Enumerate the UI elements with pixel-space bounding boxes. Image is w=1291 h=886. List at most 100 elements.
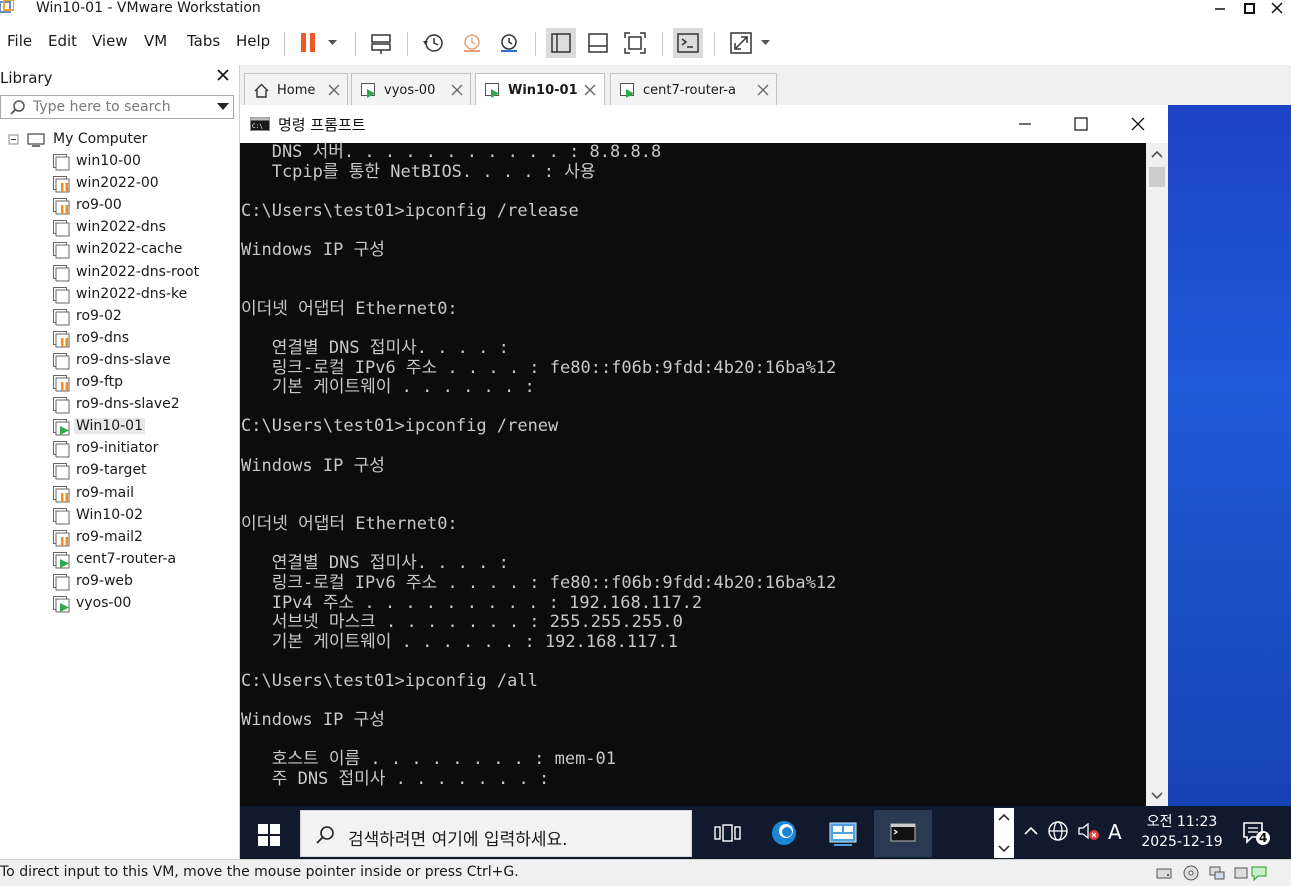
- menu-view[interactable]: View: [92, 32, 128, 50]
- close-library-icon[interactable]: [215, 67, 231, 83]
- console-output[interactable]: DNS 서버. . . . . . . . . . . : 8.8.8.8 Tc…: [240, 143, 1146, 806]
- chevron-down-icon[interactable]: [217, 103, 229, 111]
- hard-disk-icon[interactable]: [1155, 864, 1173, 882]
- show-library-icon[interactable]: [546, 28, 576, 58]
- tree-item-label: vyos-00: [76, 595, 132, 611]
- toolbar-separator: [662, 32, 663, 56]
- close-icon[interactable]: [1129, 115, 1147, 133]
- taskbar-clock[interactable]: 오전 11:23 2025-12-19: [1134, 812, 1230, 852]
- console-view-icon[interactable]: [673, 28, 703, 58]
- toolbar-separator: [714, 32, 715, 56]
- scroll-up-icon[interactable]: [1151, 149, 1163, 159]
- input-method-indicator[interactable]: A: [1108, 820, 1122, 844]
- home-icon: [254, 83, 269, 98]
- show-hidden-icons-icon[interactable]: [1021, 819, 1041, 843]
- tree-item-label: ro9-target: [76, 462, 147, 479]
- tab-strip: Home vyos-00 Win10-01 cent7-router-a: [240, 65, 1291, 106]
- message-log-icon[interactable]: [1250, 864, 1268, 882]
- library-search-box[interactable]: [0, 95, 234, 119]
- snapshot-manager-icon[interactable]: [494, 28, 524, 58]
- tab-cent7-router-a[interactable]: cent7-router-a: [610, 73, 777, 105]
- vm-display[interactable]: C:\ 명령 프롬프트 DNS 서버. . . . . . . . . . . …: [240, 105, 1291, 859]
- library-search-input[interactable]: [33, 98, 208, 116]
- svg-text:C:\: C:\: [252, 123, 263, 130]
- status-text: To direct input to this VM, move the mou…: [0, 864, 519, 880]
- scroll-tray-icon[interactable]: [994, 808, 1014, 858]
- vm-running-icon: [53, 419, 70, 436]
- menu-tabs[interactable]: Tabs: [187, 32, 220, 50]
- stretch-dropdown-icon[interactable]: [756, 28, 776, 58]
- vm-icon: [53, 308, 70, 326]
- thumbnail-bar-icon[interactable]: [583, 28, 613, 58]
- close-icon[interactable]: [1262, 0, 1291, 18]
- vm-suspended-icon: [53, 330, 70, 348]
- network-adapter-icon[interactable]: [1208, 864, 1226, 882]
- edge-browser-icon[interactable]: [755, 810, 813, 857]
- console-line: 호스트 이름 . . . . . . . . : mem-01: [241, 749, 617, 770]
- menu-edit[interactable]: Edit: [48, 32, 77, 50]
- stretch-guest-icon[interactable]: [726, 28, 756, 58]
- taskbar-search-placeholder: 검색하려면 여기에 입력하세요.: [348, 830, 568, 850]
- notification-icon: [1243, 822, 1270, 845]
- task-view-icon[interactable]: [699, 810, 757, 857]
- minimize-icon[interactable]: [1016, 115, 1034, 133]
- tree-item-label: ro9-dns-slave2: [76, 396, 180, 413]
- vmware-logo-icon: [0, 0, 14, 13]
- close-tab-icon[interactable]: [328, 84, 340, 96]
- close-tab-icon[interactable]: [584, 84, 596, 96]
- maximize-icon[interactable]: [1072, 115, 1090, 133]
- windows-start-icon[interactable]: [258, 824, 280, 846]
- window-title: Win10-01 - VMware Workstation: [36, 0, 261, 16]
- tree-item-label: ro9-dns-slave: [76, 351, 171, 368]
- revert-snapshot-icon[interactable]: [457, 28, 487, 58]
- search-icon: [316, 826, 334, 844]
- clock-period: 오전: [1146, 814, 1173, 830]
- menu-vm[interactable]: VM: [144, 32, 167, 50]
- vm-suspended-icon: [53, 198, 70, 215]
- taskbar-search-box[interactable]: 검색하려면 여기에 입력하세요.: [300, 810, 692, 857]
- sound-card-icon[interactable]: [1232, 864, 1250, 882]
- vm-running-icon: [361, 83, 375, 98]
- tree-item-label: win2022-dns-root: [76, 263, 200, 280]
- power-dropdown-icon[interactable]: [322, 28, 342, 58]
- volume-muted-icon[interactable]: [1076, 819, 1100, 843]
- console-line: C:\Users\test01>ipconfig /renew: [241, 416, 559, 437]
- tab-label: Win10-01: [508, 83, 578, 98]
- tree-item-label: ro9-web: [76, 572, 133, 589]
- tab-home[interactable]: Home: [244, 73, 348, 105]
- console-scrollbar[interactable]: [1146, 143, 1168, 806]
- menu-file[interactable]: File: [7, 32, 32, 50]
- command-prompt-window[interactable]: C:\ 명령 프롬프트 DNS 서버. . . . . . . . . . . …: [240, 105, 1168, 806]
- close-tab-icon[interactable]: [757, 84, 769, 96]
- command-prompt-taskbar-icon[interactable]: [874, 810, 932, 857]
- cd-dvd-icon[interactable]: [1182, 864, 1200, 882]
- console-line: DNS 서버. . . . . . . . . . . : 8.8.8.8: [241, 143, 662, 162]
- scrollbar-thumb[interactable]: [1149, 167, 1165, 187]
- maximize-icon[interactable]: [1234, 0, 1264, 18]
- close-tab-icon[interactable]: [451, 84, 463, 96]
- notification-center-button[interactable]: 4: [1240, 818, 1274, 848]
- menu-help[interactable]: Help: [236, 32, 270, 50]
- console-line: Windows IP 구성: [241, 710, 385, 731]
- tab-vyos-00[interactable]: vyos-00: [351, 73, 471, 105]
- send-ctrl-alt-del-icon[interactable]: [366, 28, 396, 58]
- tab-label: Home: [277, 83, 316, 98]
- network-settings-icon[interactable]: [814, 810, 872, 857]
- vm-icon: [53, 286, 70, 304]
- console-line: 주 DNS 접미사 . . . . . . . :: [241, 769, 550, 789]
- full-screen-icon[interactable]: [620, 28, 650, 58]
- network-globe-icon[interactable]: [1046, 819, 1070, 843]
- minimize-icon[interactable]: [1205, 0, 1235, 18]
- console-line: 연결별 DNS 접미사. . . . :: [241, 553, 509, 574]
- toolbar-separator: [407, 32, 408, 56]
- snapshot-icon[interactable]: [419, 28, 449, 58]
- tree-item-label: Win10-02: [76, 506, 143, 523]
- toolbar-separator: [355, 32, 356, 56]
- clock-date: 2025-12-19: [1141, 834, 1223, 850]
- vm-icon: [53, 507, 70, 525]
- tab-win10-01[interactable]: Win10-01: [475, 73, 605, 106]
- scroll-down-icon[interactable]: [1151, 791, 1163, 801]
- tree-item-label: ro9-mail: [76, 484, 134, 501]
